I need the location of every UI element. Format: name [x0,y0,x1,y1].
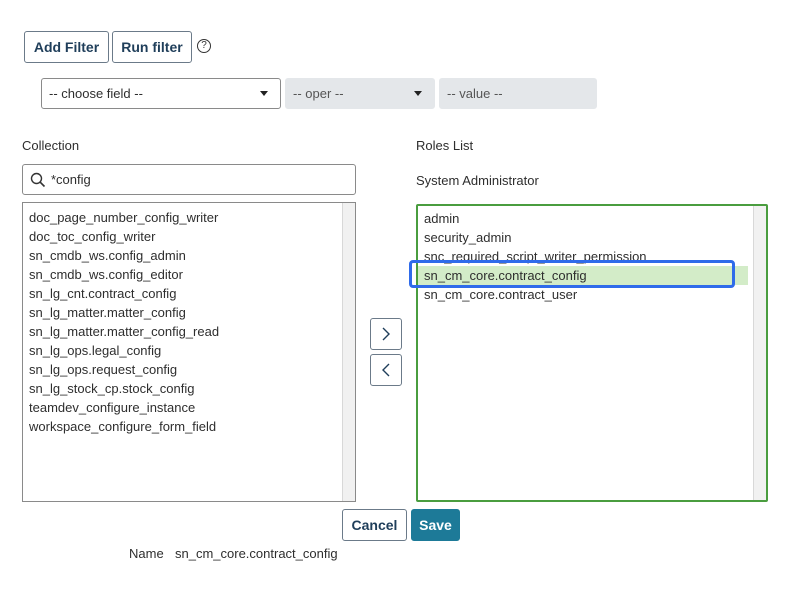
collection-item[interactable]: sn_cmdb_ws.config_admin [23,246,355,265]
roles-list-subheading: System Administrator [416,173,539,188]
role-item-selected[interactable]: sn_cm_core.contract_config [418,266,748,285]
roles-scrollbar[interactable] [753,206,766,500]
collection-heading: Collection [22,138,80,153]
collection-search-input[interactable]: *config [22,164,356,195]
role-item[interactable]: security_admin [418,228,766,247]
chevron-left-icon [382,363,390,377]
choose-field-value: -- choose field -- [49,86,143,101]
value-field[interactable]: -- value -- [439,78,597,109]
collection-item[interactable]: sn_lg_ops.legal_config [23,341,355,360]
collection-item[interactable]: doc_toc_config_writer [23,227,355,246]
collection-item[interactable]: sn_lg_ops.request_config [23,360,355,379]
collection-item[interactable]: sn_cmdb_ws.config_editor [23,265,355,284]
operator-select[interactable]: -- oper -- [285,78,435,109]
chevron-right-icon [382,327,390,341]
chevron-down-icon [414,91,422,96]
name-value: sn_cm_core.contract_config [175,546,338,561]
value-placeholder: -- value -- [447,86,503,101]
save-button[interactable]: Save [411,509,460,541]
role-item[interactable]: sn_cm_core.contract_user [418,285,766,304]
collection-item[interactable]: sn_lg_stock_cp.stock_config [23,379,355,398]
help-icon[interactable]: ? [197,39,211,53]
collection-item[interactable]: sn_lg_matter.matter_config [23,303,355,322]
collection-search-value: *config [51,172,91,187]
add-filter-button[interactable]: Add Filter [24,31,109,63]
collection-item[interactable]: doc_page_number_config_writer [23,208,355,227]
roles-list[interactable]: admin security_admin snc_required_script… [416,204,768,502]
choose-field-select[interactable]: -- choose field -- [41,78,281,109]
roles-list-heading: Roles List [416,138,474,153]
run-filter-button[interactable]: Run filter [112,31,192,63]
chevron-down-icon [260,91,268,96]
name-label: Name [129,546,164,561]
operator-value: -- oper -- [293,86,344,101]
role-item[interactable]: admin [418,209,766,228]
cancel-button[interactable]: Cancel [342,509,407,541]
collection-item[interactable]: teamdev_configure_instance [23,398,355,417]
collection-scrollbar[interactable] [342,203,355,501]
add-to-roles-button[interactable] [370,318,402,350]
role-item[interactable]: snc_required_script_writer_permission [418,247,766,266]
collection-item[interactable]: workspace_configure_form_field [23,417,355,436]
collection-item[interactable]: sn_lg_cnt.contract_config [23,284,355,303]
remove-from-roles-button[interactable] [370,354,402,386]
collection-item[interactable]: sn_lg_matter.matter_config_read [23,322,355,341]
search-icon [30,172,46,188]
collection-list[interactable]: doc_page_number_config_writer doc_toc_co… [22,202,356,502]
